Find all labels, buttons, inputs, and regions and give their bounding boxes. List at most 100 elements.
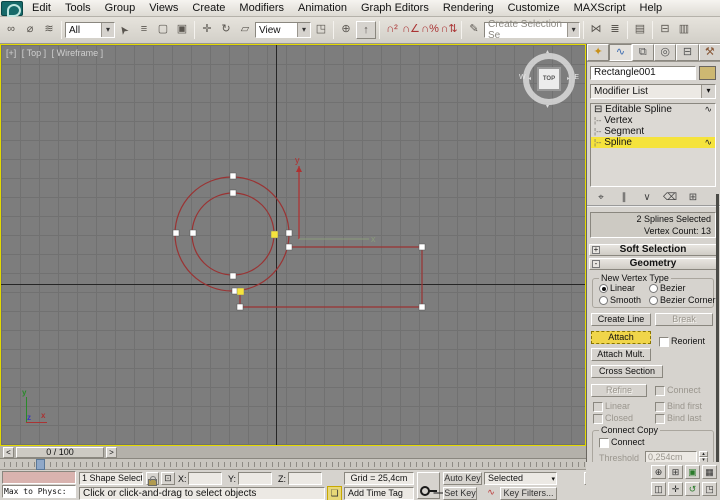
maxscript-mini-listener-macro[interactable]: [2, 471, 76, 484]
x-coordinate-field[interactable]: [188, 472, 222, 485]
viewport-top[interactable]: yx [+] [ Top ] [ Wireframe ] TOP W E ▴ ▾…: [0, 44, 586, 446]
object-color-swatch[interactable]: [699, 66, 716, 80]
tab-display-icon[interactable]: ⊟: [676, 44, 698, 61]
stack-row-segment[interactable]: ¦-- Segment: [591, 126, 715, 137]
viewcube-arrow-down-icon[interactable]: ▾: [546, 103, 549, 110]
tab-modify-icon[interactable]: ∿: [609, 44, 631, 61]
show-end-result-icon[interactable]: ∥: [617, 192, 631, 203]
auto-key-button[interactable]: Auto Key: [443, 472, 482, 485]
mirror-icon[interactable]: ⋈: [587, 21, 605, 39]
spinner-snap-icon[interactable]: ∩⇅: [440, 21, 458, 39]
select-and-link-icon[interactable]: ∞: [2, 21, 20, 39]
stack-row-vertex[interactable]: ¦-- Vertex: [591, 115, 715, 126]
menu-create[interactable]: Create: [185, 1, 232, 15]
time-slider-prev-button[interactable]: <: [3, 447, 14, 458]
percent-snap-icon[interactable]: ∩%: [421, 21, 439, 39]
tab-motion-icon[interactable]: ◎: [654, 44, 676, 61]
object-name-field[interactable]: Rectangle001: [590, 66, 696, 80]
current-frame-marker[interactable]: [36, 459, 45, 470]
select-and-manipulate-icon[interactable]: ⊕: [337, 21, 355, 39]
menu-group[interactable]: Group: [98, 1, 143, 15]
named-selection-set-dropdown[interactable]: Create Selection Se ▾: [484, 22, 580, 38]
align-icon[interactable]: ≣: [606, 21, 624, 39]
linear-checkbox[interactable]: Linear: [593, 401, 630, 412]
menu-modifiers[interactable]: Modifiers: [232, 1, 291, 15]
viewport-menu-general[interactable]: [+]: [6, 48, 16, 58]
radio-smooth[interactable]: Smooth: [599, 295, 641, 306]
viewcube-west-label[interactable]: W: [519, 74, 526, 81]
configure-modifier-sets-icon[interactable]: ⊞: [686, 192, 700, 203]
menu-maxscript[interactable]: MAXScript: [567, 1, 633, 15]
time-slider-next-button[interactable]: >: [106, 447, 117, 458]
tab-create-icon[interactable]: ✦: [587, 44, 609, 61]
remove-modifier-icon[interactable]: ⌫: [663, 192, 677, 203]
stack-row-editable-spline[interactable]: ⊟ Editable Spline ∿: [591, 104, 715, 115]
chevron-down-icon[interactable]: ▾: [101, 23, 114, 37]
rectangular-selection-region-icon[interactable]: ▢: [154, 21, 172, 39]
reorient-checkbox[interactable]: Reorient: [659, 336, 705, 347]
tab-utilities-icon[interactable]: ⚒: [699, 44, 720, 61]
time-slider-handle[interactable]: 0 / 100: [16, 447, 104, 458]
rollout-geometry[interactable]: - Geometry: [589, 258, 717, 270]
viewcube-east-label[interactable]: E: [574, 74, 579, 81]
rollout-soft-selection[interactable]: + Soft Selection: [589, 244, 717, 256]
menu-customize[interactable]: Customize: [501, 1, 567, 15]
menu-tools[interactable]: Tools: [58, 1, 98, 15]
viewport-menu-shading[interactable]: [ Wireframe ]: [52, 48, 104, 58]
viewcube-arrow-left-icon[interactable]: ◂: [528, 75, 531, 82]
panel-scrollbar[interactable]: [716, 194, 719, 462]
orbit-icon[interactable]: ↺: [685, 482, 700, 496]
bind-to-space-warp-icon[interactable]: ≋: [40, 21, 58, 39]
z-coordinate-field[interactable]: [288, 472, 322, 485]
maxscript-mini-listener-output[interactable]: Max to Physc:: [2, 485, 76, 498]
layer-manager-icon[interactable]: ▤: [631, 21, 649, 39]
isolate-selection-icon[interactable]: ❏: [327, 486, 342, 500]
threshold-spinner-down-icon[interactable]: ▾: [699, 457, 708, 462]
refine-button[interactable]: Refine: [591, 384, 647, 397]
select-and-move-icon[interactable]: ✛: [198, 21, 216, 39]
tab-hierarchy-icon[interactable]: ⧉: [632, 44, 654, 61]
zoom-extents-icon[interactable]: ▣: [685, 465, 700, 479]
make-unique-icon[interactable]: ∨: [640, 192, 654, 203]
closed-checkbox[interactable]: Closed: [593, 413, 633, 424]
material-editor-icon[interactable]: ▥: [675, 21, 693, 39]
connect-copy-checkbox[interactable]: Connect: [599, 437, 645, 448]
zoom-region-icon[interactable]: ◫: [651, 482, 666, 496]
viewcube-arrow-up-icon[interactable]: ▴: [546, 48, 549, 55]
bind-last-checkbox[interactable]: Bind last: [655, 413, 702, 424]
unlink-selection-icon[interactable]: ⌀: [21, 21, 39, 39]
select-and-scale-icon[interactable]: ▱: [236, 21, 254, 39]
y-coordinate-field[interactable]: [238, 472, 272, 485]
keyboard-override-icon[interactable]: ↑: [356, 21, 376, 39]
set-keys-button[interactable]: [417, 472, 440, 499]
app-logo-icon[interactable]: [1, 1, 23, 16]
reference-coordinate-dropdown[interactable]: View ▾: [255, 22, 311, 38]
scene-explorer-icon[interactable]: ⊟: [656, 21, 674, 39]
bind-first-checkbox[interactable]: Bind first: [655, 401, 702, 412]
key-selection-set-dropdown[interactable]: Selected ▾: [484, 472, 557, 485]
maximize-viewport-icon[interactable]: ◳: [702, 482, 717, 496]
modifier-list-dropdown[interactable]: Modifier List ▾: [590, 84, 716, 99]
selection-filter-dropdown[interactable]: All ▾: [65, 22, 115, 38]
viewcube[interactable]: TOP W E ▴ ▾ ◂ ▸: [520, 50, 578, 108]
add-time-tag[interactable]: Add Time Tag: [344, 487, 414, 500]
radio-bezier[interactable]: Bezier: [649, 283, 686, 294]
chevron-down-icon[interactable]: ▾: [701, 85, 715, 98]
chevron-down-icon[interactable]: ▾: [567, 23, 579, 37]
absolute-offset-mode-toggle[interactable]: ⊡: [161, 472, 175, 485]
time-slider[interactable]: < 0 / 100 >: [0, 446, 586, 459]
viewport-menu-pov[interactable]: [ Top ]: [22, 48, 46, 58]
zoom-all-icon[interactable]: ⊞: [668, 465, 683, 479]
stack-row-spline-selected[interactable]: ¦-- Spline ∿: [591, 137, 715, 148]
radio-bezier-corner[interactable]: Bezier Corner: [649, 295, 716, 306]
pan-view-icon[interactable]: ✛: [668, 482, 683, 496]
set-key-button[interactable]: Set Key: [443, 487, 477, 500]
viewcube-top-face[interactable]: TOP: [537, 67, 561, 91]
menu-views[interactable]: Views: [142, 1, 185, 15]
zoom-icon[interactable]: ⊕: [651, 465, 666, 479]
edit-named-selection-sets-icon[interactable]: ✎: [465, 21, 483, 39]
menu-rendering[interactable]: Rendering: [436, 1, 501, 15]
window-crossing-icon[interactable]: ▣: [173, 21, 191, 39]
menu-animation[interactable]: Animation: [291, 1, 354, 15]
menu-edit[interactable]: Edit: [25, 1, 58, 15]
